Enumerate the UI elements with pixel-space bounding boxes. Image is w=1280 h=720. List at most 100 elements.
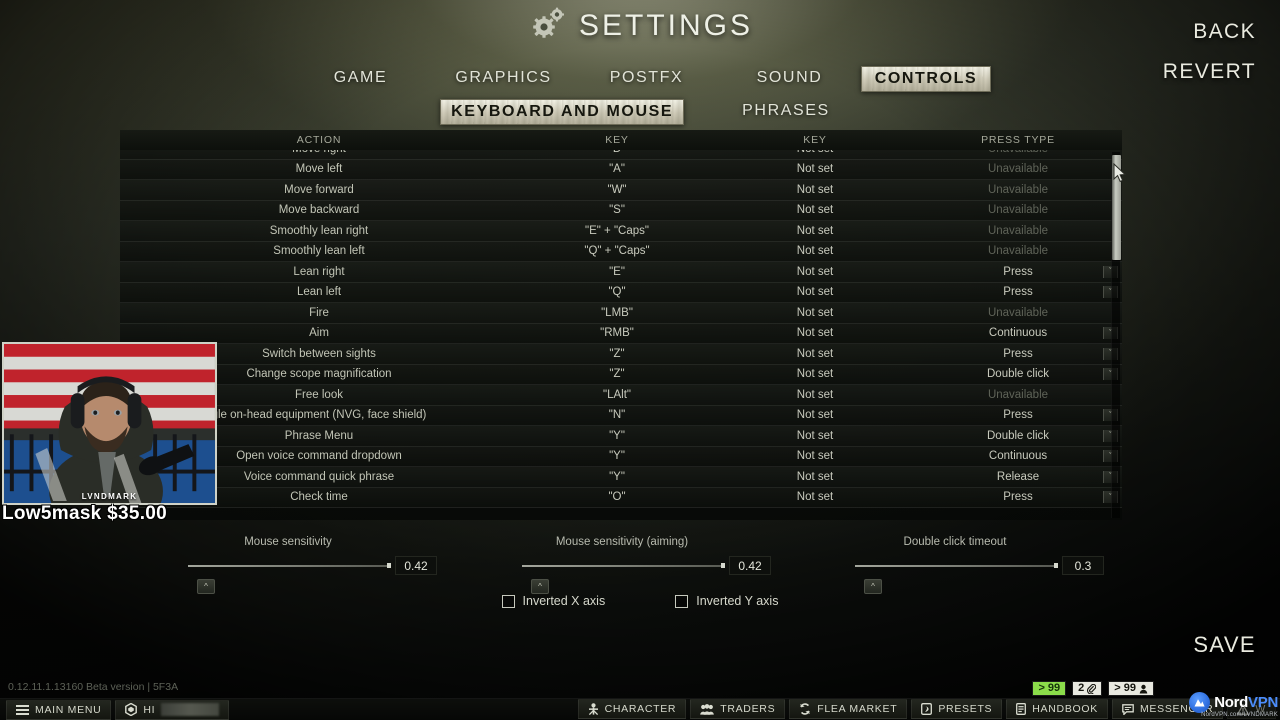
table-row[interactable]: Smoothly lean right "E" + "Caps" Not set Un… xyxy=(120,221,1122,242)
cell-key-primary[interactable]: "LAlt" xyxy=(518,389,716,401)
table-row[interactable]: Voice command quick phrase "Y" Not set Rele… xyxy=(120,467,1122,488)
cell-key-primary[interactable]: "O" xyxy=(518,491,716,503)
tab-graphics[interactable]: GRAPHICS xyxy=(432,66,575,92)
table-row[interactable]: Move left "A" Not set Unavailable xyxy=(120,159,1122,180)
table-row[interactable]: Move right"D"Not set Unavailable xyxy=(120,150,1122,160)
checkbox-inverted-y-axis[interactable]: Inverted Y axis xyxy=(675,594,778,608)
cell-press-type[interactable]: Pressˇ xyxy=(914,409,1122,422)
chevron-up-icon[interactable]: ^ xyxy=(864,579,882,594)
cell-key-primary[interactable]: "Y" xyxy=(518,450,716,462)
table-scrollbar[interactable] xyxy=(1111,152,1121,518)
table-row[interactable]: Switch between sights"Z"Not setPressˇ xyxy=(120,344,1122,365)
cell-key-alt[interactable]: Not set xyxy=(716,368,914,380)
taskbar-item-traders[interactable]: TRADERS xyxy=(690,699,786,719)
cell-key-primary[interactable]: "W" xyxy=(518,184,716,196)
main-menu-button[interactable]: MAIN MENU xyxy=(6,699,112,720)
table-row[interactable]: Lean left "Q"Not setPressˇ xyxy=(120,282,1122,303)
cell-key-alt[interactable]: Not set xyxy=(716,430,914,442)
back-button[interactable]: BACK xyxy=(1193,20,1256,44)
cell-key-primary[interactable]: "E" + "Caps" xyxy=(518,225,716,237)
cell-press-type[interactable]: Continuousˇ xyxy=(914,450,1122,463)
cell-key-alt[interactable]: Not set xyxy=(716,409,914,421)
cell-key-alt[interactable]: Not set xyxy=(716,307,914,319)
table-row[interactable]: Phrase Menu"Y"Not setDouble clickˇ xyxy=(120,426,1122,447)
badge-messages[interactable]: > 99 xyxy=(1032,681,1067,696)
cell-key-primary[interactable]: "E" xyxy=(518,266,716,278)
cell-key-primary[interactable]: "Q" + "Caps" xyxy=(518,245,716,257)
slider-track[interactable] xyxy=(522,563,725,568)
cell-press-type[interactable]: Double clickˇ xyxy=(914,429,1122,442)
cell-key-alt[interactable]: Not set xyxy=(716,389,914,401)
slider-value[interactable]: 0.42 xyxy=(729,556,771,575)
taskbar-item-character[interactable]: CHARACTER xyxy=(577,699,687,719)
badge-friends[interactable]: > 99 xyxy=(1108,681,1154,696)
cell-key-alt[interactable]: Not set xyxy=(716,184,914,196)
slider-track[interactable] xyxy=(188,563,391,568)
cell-key-alt[interactable]: Not set xyxy=(716,450,914,462)
cell-key-alt[interactable]: Not set xyxy=(716,491,914,503)
cell-key-primary[interactable]: "Y" xyxy=(518,471,716,483)
slider-track[interactable] xyxy=(855,563,1058,568)
cell-key-primary[interactable]: "Z" xyxy=(518,348,716,360)
cell-key-alt[interactable]: Not set xyxy=(716,163,914,175)
cell-key-primary[interactable]: "Z" xyxy=(518,368,716,380)
cell-press-type[interactable]: Releaseˇ xyxy=(914,470,1122,483)
checkbox-inverted-x-axis[interactable]: Inverted X axis xyxy=(501,594,605,608)
cell-key-primary[interactable]: "RMB" xyxy=(518,327,716,339)
checkbox-box[interactable] xyxy=(675,594,689,608)
table-row[interactable]: Free look "LAlt" Not set Unavailable xyxy=(120,385,1122,406)
cell-press-type[interactable]: Pressˇ xyxy=(914,347,1122,360)
table-row[interactable]: Check time"O"Not setPressˇ xyxy=(120,487,1122,508)
slider-value[interactable]: 0.3 xyxy=(1062,556,1104,575)
cell-key-alt[interactable]: Not set xyxy=(716,266,914,278)
cell-key-alt[interactable]: Not set xyxy=(716,150,914,155)
player-profile-button[interactable]: HI xyxy=(115,699,230,720)
checkbox-box[interactable] xyxy=(501,594,515,608)
cell-press-type[interactable]: Continuousˇ xyxy=(914,327,1122,340)
cell-press-type[interactable]: Pressˇ xyxy=(914,286,1122,299)
cell-key-alt[interactable]: Not set xyxy=(716,225,914,237)
revert-button[interactable]: REVERT xyxy=(1163,60,1256,84)
cell-press-type[interactable]: Pressˇ xyxy=(914,491,1122,504)
slider-knob[interactable] xyxy=(387,563,391,568)
save-button[interactable]: SAVE xyxy=(1193,632,1256,658)
tab-postfx[interactable]: POSTFX xyxy=(575,66,718,92)
cell-key-primary[interactable]: "A" xyxy=(518,163,716,175)
table-row[interactable]: Smoothly lean left "Q" + "Caps" Not set Una… xyxy=(120,241,1122,262)
subtab-phrases[interactable]: PHRASES xyxy=(732,99,840,125)
table-row[interactable]: Lean right "E"Not setPressˇ xyxy=(120,262,1122,283)
cell-key-alt[interactable]: Not set xyxy=(716,245,914,257)
table-row[interactable]: Fire "LMB" Not set Unavailable xyxy=(120,303,1122,324)
table-row[interactable]: Change scope magnification "Z" Not set Doub… xyxy=(120,364,1122,385)
taskbar-item-flea-market[interactable]: FLEA MARKET xyxy=(789,699,908,719)
cell-key-alt[interactable]: Not set xyxy=(716,471,914,483)
taskbar-item-presets[interactable]: PRESETS xyxy=(911,699,1003,719)
table-row[interactable]: Open voice command dropdown "Y" Not set Con… xyxy=(120,446,1122,467)
slider-knob[interactable] xyxy=(721,563,725,568)
cell-key-alt[interactable]: Not set xyxy=(716,348,914,360)
slider-knob[interactable] xyxy=(1054,563,1058,568)
cell-key-primary[interactable]: "D" xyxy=(518,150,716,155)
chevron-up-icon[interactable]: ^ xyxy=(197,579,215,594)
table-row[interactable]: Aim "RMB"Not setContinuousˇ xyxy=(120,323,1122,344)
cell-key-primary[interactable]: "S" xyxy=(518,204,716,216)
cell-key-alt[interactable]: Not set xyxy=(716,204,914,216)
cell-key-alt[interactable]: Not set xyxy=(716,327,914,339)
cell-key-primary[interactable]: "LMB" xyxy=(518,307,716,319)
subtab-keyboard-and-mouse[interactable]: KEYBOARD AND MOUSE xyxy=(440,99,685,125)
taskbar-item-handbook[interactable]: HANDBOOK xyxy=(1006,699,1108,719)
table-row[interactable]: gle on-head equipment (NVG, face shield)… xyxy=(120,405,1122,426)
cell-key-primary[interactable]: "N" xyxy=(518,409,716,421)
slider-value[interactable]: 0.42 xyxy=(395,556,437,575)
table-row[interactable]: Move backward "S" Not set Unavailable xyxy=(120,200,1122,221)
chevron-up-icon[interactable]: ^ xyxy=(531,579,549,594)
cell-key-alt[interactable]: Not set xyxy=(716,286,914,298)
cell-press-type[interactable]: Double clickˇ xyxy=(914,368,1122,381)
cell-key-primary[interactable]: "Y" xyxy=(518,430,716,442)
badge-attachments[interactable]: 2 xyxy=(1072,681,1103,696)
tab-controls[interactable]: CONTROLS xyxy=(861,66,991,92)
tab-game[interactable]: GAME xyxy=(289,66,432,92)
table-row[interactable]: Move forward "W" Not set Unavailable xyxy=(120,180,1122,201)
cell-press-type[interactable]: Pressˇ xyxy=(914,265,1122,278)
cell-key-primary[interactable]: "Q" xyxy=(518,286,716,298)
